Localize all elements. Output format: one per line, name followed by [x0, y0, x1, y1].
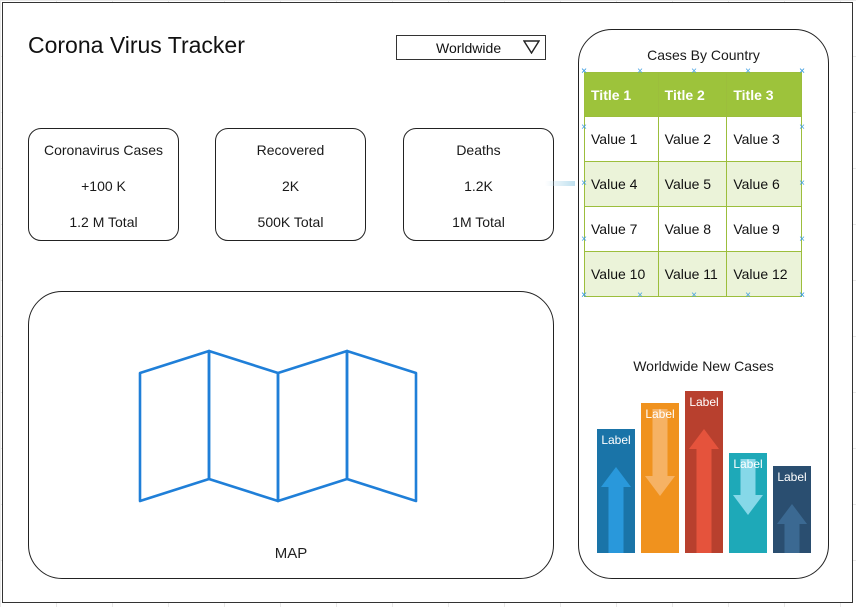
card-new-count: 1.2K [464, 178, 493, 194]
selection-handle[interactable]: × [797, 179, 807, 189]
selection-handle[interactable]: × [797, 123, 807, 133]
bar-label: Label [601, 433, 630, 447]
bar-label: Label [689, 395, 718, 409]
table-cell: Value 4 [584, 161, 659, 207]
selection-handle[interactable]: × [743, 291, 753, 301]
connector-line [545, 181, 575, 186]
table-cell: Value 9 [726, 206, 802, 252]
region-dropdown[interactable]: Worldwide [396, 35, 546, 60]
column-header[interactable]: Title 1 [584, 72, 659, 117]
table-cell: Value 3 [726, 116, 802, 162]
card-new-count: 2K [281, 178, 300, 194]
selection-handle[interactable]: × [579, 235, 589, 245]
map-panel[interactable]: MAP [28, 291, 554, 579]
selection-handle[interactable]: × [689, 67, 699, 77]
bar-group: Label [685, 391, 723, 553]
selection-handle[interactable]: × [635, 291, 645, 301]
new-cases-bar-chart: Label Label Label Label Label [597, 391, 811, 553]
bar-label: Label [645, 407, 674, 421]
selection-handle[interactable]: × [579, 179, 589, 189]
column-header[interactable]: Title 2 [657, 72, 728, 117]
table-cell: Value 10 [584, 251, 659, 297]
card-title: Deaths [456, 142, 501, 158]
column-header[interactable]: Title 3 [726, 72, 802, 117]
map-label: MAP [274, 545, 308, 562]
bar-label: Label [777, 470, 806, 484]
table-row[interactable]: Value 7 Value 8 Value 9 [584, 206, 802, 252]
selection-handle[interactable]: × [797, 67, 807, 77]
selection-handle[interactable]: × [635, 67, 645, 77]
table-cell: Value 8 [657, 206, 728, 252]
bar-label: Label [733, 457, 762, 471]
card-total: 1.2 M Total [69, 214, 138, 230]
selection-handle[interactable]: × [797, 235, 807, 245]
region-dropdown-value: Worldwide [436, 40, 502, 56]
table-header-row: Title 1 Title 2 Title 3 [584, 72, 802, 117]
card-title: Coronavirus Cases [43, 142, 164, 158]
selection-handle[interactable]: × [743, 67, 753, 77]
table-cell: Value 2 [657, 116, 728, 162]
triangle-down-icon [523, 40, 540, 54]
page-title: Corona Virus Tracker [28, 32, 245, 58]
coronavirus-cases-card: Coronavirus Cases +100 K 1.2 M Total [28, 128, 179, 241]
table-cell: Value 5 [657, 161, 728, 207]
table-cell: Value 1 [584, 116, 659, 162]
bar-group: Label [729, 453, 767, 553]
selection-handle[interactable]: × [797, 291, 807, 301]
selection-handle[interactable]: × [579, 67, 589, 77]
folded-map-icon [138, 349, 418, 503]
table-row[interactable]: Value 4 Value 5 Value 6 [584, 161, 802, 207]
bar-group: Label [641, 403, 679, 553]
cases-by-country-table[interactable]: Title 1 Title 2 Title 3 Value 1 Value 2 … [584, 72, 802, 297]
card-total: 500K Total [257, 214, 324, 230]
deaths-card: Deaths 1.2K 1M Total [403, 128, 554, 241]
table-cell: Value 12 [726, 251, 802, 297]
card-title: Recovered [256, 142, 325, 158]
card-total: 1M Total [452, 214, 505, 230]
selection-handle[interactable]: × [579, 291, 589, 301]
selection-handle[interactable]: × [579, 123, 589, 133]
table-row[interactable]: Value 1 Value 2 Value 3 [584, 116, 802, 162]
selection-handle[interactable]: × [689, 291, 699, 301]
recovered-card: Recovered 2K 500K Total [215, 128, 366, 241]
worldwide-new-cases-heading: Worldwide New Cases [633, 358, 774, 374]
bar-group: Label [597, 429, 635, 553]
cases-by-country-heading: Cases By Country [647, 47, 760, 63]
bar-group: Label [773, 466, 811, 553]
table-cell: Value 7 [584, 206, 659, 252]
table-cell: Value 6 [726, 161, 802, 207]
card-new-count: +100 K [81, 178, 126, 194]
